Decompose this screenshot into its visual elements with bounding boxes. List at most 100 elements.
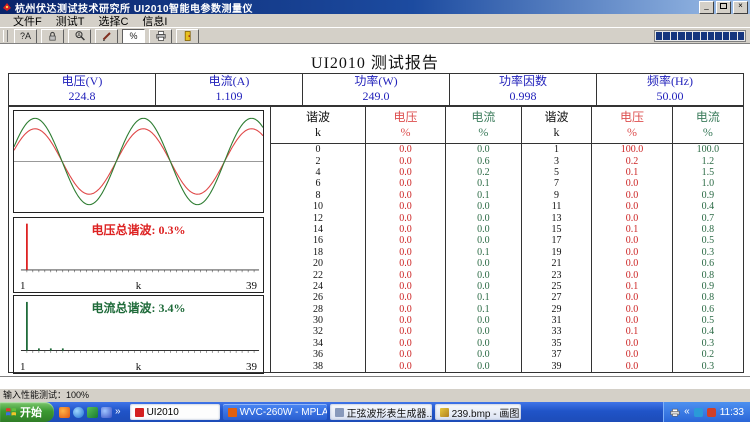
- tray-alert-icon[interactable]: [707, 408, 716, 417]
- header-line2: %: [446, 125, 521, 140]
- harmonics-cell: 0.4: [672, 201, 743, 212]
- current-spectrum-chart: [14, 296, 263, 360]
- percent-button[interactable]: %: [122, 29, 145, 44]
- waveform-panel: [13, 110, 264, 213]
- harmonics-cell: 0.1: [446, 292, 522, 303]
- harmonics-cell: 26: [271, 292, 365, 303]
- harmonics-cell: 0.6: [672, 303, 743, 314]
- measurement-label: 电流(A): [156, 74, 302, 89]
- harmonics-cell: 32: [271, 326, 365, 337]
- minimize-button[interactable]: _: [699, 1, 714, 14]
- header-current-pct: 电流%: [672, 107, 743, 144]
- sine-task-icon: [335, 408, 344, 417]
- harmonics-cell: 9: [521, 190, 592, 201]
- header-line1: 谐波: [271, 110, 365, 125]
- window-controls: _ ×: [699, 1, 748, 14]
- restore-button[interactable]: [716, 1, 731, 14]
- lock-button[interactable]: [41, 29, 64, 44]
- harmonics-cell: 0.3: [672, 360, 743, 372]
- toolbar-grip[interactable]: [3, 30, 8, 42]
- progress-block: [708, 32, 714, 40]
- harmonics-cell: 0.0: [446, 349, 522, 360]
- harmonics-row: 360.00.0370.00.2: [271, 349, 743, 360]
- quicklaunch-icon-4[interactable]: [101, 407, 112, 418]
- harmonics-cell: 0.2: [672, 349, 743, 360]
- harmonics-cell: 4: [271, 167, 365, 178]
- x-tick-max: 39: [246, 361, 257, 373]
- task-button-4[interactable]: 239.bmp - 画图: [435, 404, 521, 420]
- input-strip[interactable]: [0, 376, 750, 389]
- harmonics-cell: 33: [521, 326, 592, 337]
- harmonics-row: 100.00.0110.00.4: [271, 201, 743, 212]
- lock-icon: [47, 31, 58, 42]
- harmonics-cell: 0.0: [446, 235, 522, 246]
- harmonics-cell: 39: [521, 360, 592, 372]
- harmonics-cell: 1.0: [672, 178, 743, 189]
- harmonics-cell: 0.0: [365, 167, 445, 178]
- task-label: 239.bmp - 画图: [452, 405, 520, 420]
- harmonics-cell: 30: [271, 315, 365, 326]
- print-button[interactable]: [149, 29, 172, 44]
- measurement-value: 50.00: [597, 89, 743, 104]
- harmonics-cell: 36: [271, 349, 365, 360]
- x-axis-label: k: [14, 361, 263, 373]
- harmonics-cell: 0.3: [672, 338, 743, 349]
- harmonics-cell: 28: [271, 303, 365, 314]
- measurement-value: 0.998: [450, 89, 596, 104]
- harmonics-cell: 0.0: [592, 269, 672, 280]
- tray-printer-icon[interactable]: [670, 408, 680, 417]
- harmonics-row: 220.00.0230.00.8: [271, 269, 743, 280]
- harmonics-cell: 0.0: [592, 201, 672, 212]
- tray-network-icon[interactable]: [694, 408, 703, 417]
- quicklaunch-icon-2[interactable]: [73, 407, 84, 418]
- harmonics-cell: 13: [521, 212, 592, 223]
- harmonics-cell: 0.0: [446, 269, 522, 280]
- measurement-value: 224.8: [9, 89, 155, 104]
- harmonics-cell: 6: [271, 178, 365, 189]
- harmonics-cell: 0.0: [365, 201, 445, 212]
- harmonics-cell: 0.0: [592, 315, 672, 326]
- toolbar-progress: [654, 30, 746, 42]
- status-bar: 输入性能测试：100%: [0, 389, 750, 402]
- harmonics-cell: 5: [521, 167, 592, 178]
- close-button[interactable]: ×: [733, 1, 748, 14]
- taskbar-tasks: UI2010 WVC-260W - MPLAB...正弦波形表生成器... 239.…: [126, 404, 521, 420]
- harmonics-table-wrap: 谐波k 电压% 电流% 谐波k 电压% 电流% 00.00.01100.0100…: [270, 107, 743, 372]
- quicklaunch-icon-1[interactable]: [59, 407, 70, 418]
- header-voltage-pct: 电压%: [365, 107, 445, 144]
- taskbar-clock[interactable]: 11:33: [720, 407, 744, 418]
- task-button-3[interactable]: 正弦波形表生成器...: [330, 404, 432, 420]
- tray-chevron-icon[interactable]: «: [684, 407, 690, 417]
- harmonics-row: 00.00.01100.0100.0: [271, 144, 743, 156]
- exit-button[interactable]: [176, 29, 199, 44]
- harmonics-cell: 0.6: [672, 258, 743, 269]
- task-label: UI2010: [147, 407, 179, 418]
- harmonics-cell: 0.0: [365, 212, 445, 223]
- harmonics-cell: 7: [521, 178, 592, 189]
- header-harmonic-k: 谐波k: [521, 107, 592, 144]
- overflow-chevron-icon[interactable]: »: [115, 407, 121, 417]
- zoom-button[interactable]: A: [68, 29, 91, 44]
- task-button-1[interactable]: UI2010: [130, 404, 220, 420]
- system-tray: « 11:33: [663, 402, 750, 422]
- harmonics-header-row: 谐波k 电压% 电流% 谐波k 电压% 电流%: [271, 107, 743, 144]
- harmonics-cell: 0.0: [592, 212, 672, 223]
- harmonics-row: 260.00.1270.00.8: [271, 292, 743, 303]
- harmonics-cell: 22: [271, 269, 365, 280]
- start-button[interactable]: 开始: [0, 402, 54, 422]
- mplab-task-icon: [228, 408, 237, 417]
- probe-test-button[interactable]: ?A: [14, 29, 37, 44]
- quicklaunch-icon-3[interactable]: [87, 407, 98, 418]
- harmonics-cell: 0.0: [592, 349, 672, 360]
- harmonics-cell: 17: [521, 235, 592, 246]
- harmonics-cell: 1.2: [672, 155, 743, 166]
- harmonics-cell: 0.2: [446, 167, 522, 178]
- harmonics-cell: 0.0: [446, 315, 522, 326]
- harmonics-row: 140.00.0150.10.8: [271, 224, 743, 235]
- harmonics-cell: 0.8: [672, 292, 743, 303]
- task-button-2[interactable]: WVC-260W - MPLAB...: [223, 404, 327, 420]
- harmonics-cell: 0.0: [365, 155, 445, 166]
- harmonics-cell: 16: [271, 235, 365, 246]
- pen-button[interactable]: [95, 29, 118, 44]
- harmonics-cell: 2: [271, 155, 365, 166]
